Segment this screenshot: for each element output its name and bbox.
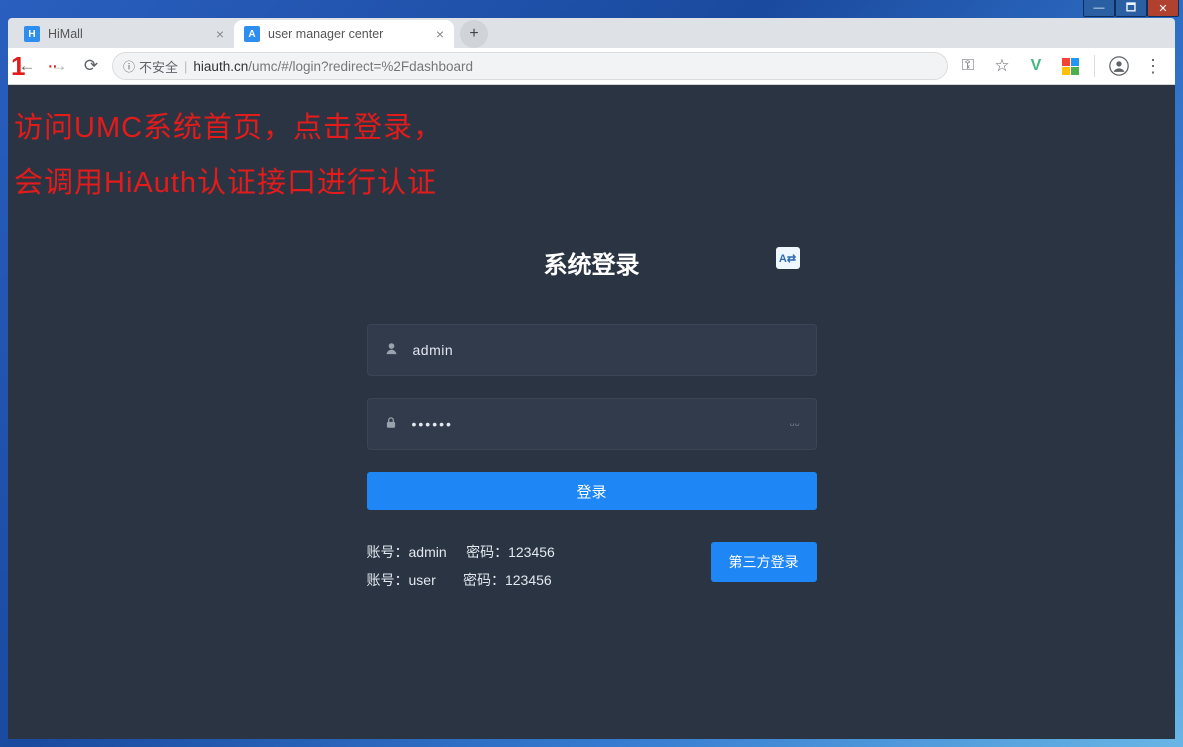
bookmark-star-icon[interactable]: ☆ (992, 56, 1012, 76)
annotation-overlay: 访问UMC系统首页，点击登录， 会调用HiAuth认证接口进行认证 (14, 101, 443, 211)
user-icon (384, 341, 399, 359)
info-icon: ⓘ (123, 58, 135, 75)
login-title: 系统登录 A⇄ (544, 245, 640, 280)
annotation-line2: 会调用HiAuth认证接口进行认证 (14, 156, 443, 211)
eye-toggle-icon[interactable]: ᵕᵕ (790, 417, 800, 432)
close-icon[interactable]: × (436, 27, 444, 41)
hint-user1: 账号：admin (367, 544, 447, 560)
key-icon[interactable]: ⚿ (958, 56, 978, 76)
insecure-label: 不安全 (139, 57, 178, 76)
third-party-login-button[interactable]: 第三方登录 (711, 542, 817, 582)
window-minimize-button[interactable]: — (1083, 0, 1115, 17)
password-field[interactable]: ᵕᵕ (367, 398, 817, 450)
language-badge-icon[interactable]: A⇄ (776, 247, 800, 269)
tab-title: user manager center (268, 27, 428, 41)
separator: | (184, 59, 187, 74)
tab-title: HiMall (48, 27, 208, 41)
login-hints: 账号：admin 密码：123456 账号：user 密码：123456 (367, 538, 555, 594)
tab-umc[interactable]: A user manager center × (234, 20, 454, 48)
address-bar[interactable]: ⓘ 不安全 | hiauth.cn/umc/#/login?redirect=%… (112, 52, 948, 80)
username-field[interactable] (367, 324, 817, 376)
hint-pass1: 密码：123456 (466, 544, 555, 560)
url-text: hiauth.cn/umc/#/login?redirect=%2Fdashbo… (193, 59, 473, 74)
hint-pass2: 密码：123456 (463, 572, 552, 588)
login-form: 系统登录 A⇄ ᵕᵕ 登录 账号：admin 密码：12345 (367, 245, 817, 594)
password-input[interactable] (412, 416, 776, 432)
address-toolbar: ← → ⟳ ⓘ 不安全 | hiauth.cn/umc/#/login?redi… (8, 48, 1175, 85)
new-tab-button[interactable]: + (460, 20, 488, 48)
vue-devtools-icon[interactable]: V (1026, 56, 1046, 76)
favicon-icon: A (244, 26, 260, 42)
favicon-icon: H (24, 26, 40, 42)
separator (1094, 55, 1095, 77)
window-close-button[interactable]: ✕ (1147, 0, 1179, 17)
reload-button[interactable]: ⟳ (80, 55, 102, 77)
extension-colorsquare-icon[interactable] (1060, 56, 1080, 76)
hint-user2: 账号：user (367, 572, 436, 588)
window-titlebar: — 🗖 ✕ (0, 0, 1183, 18)
profile-avatar-icon[interactable] (1109, 56, 1129, 76)
annotation-line1: 访问UMC系统首页，点击登录， (14, 101, 443, 156)
annotation-dots: ·· (47, 55, 56, 78)
username-input[interactable] (413, 342, 800, 358)
tab-strip: H HiMall × A user manager center × + (8, 18, 1175, 48)
browser-menu-icon[interactable]: ⋮ (1143, 56, 1163, 76)
login-button[interactable]: 登录 (367, 472, 817, 510)
window-maximize-button[interactable]: 🗖 (1115, 0, 1147, 17)
tab-himall[interactable]: H HiMall × (14, 20, 234, 48)
page-viewport: 访问UMC系统首页，点击登录， 会调用HiAuth认证接口进行认证 系统登录 A… (8, 85, 1175, 739)
annotation-step-number: 1 (11, 51, 25, 82)
lock-icon (384, 415, 398, 433)
close-icon[interactable]: × (216, 27, 224, 41)
